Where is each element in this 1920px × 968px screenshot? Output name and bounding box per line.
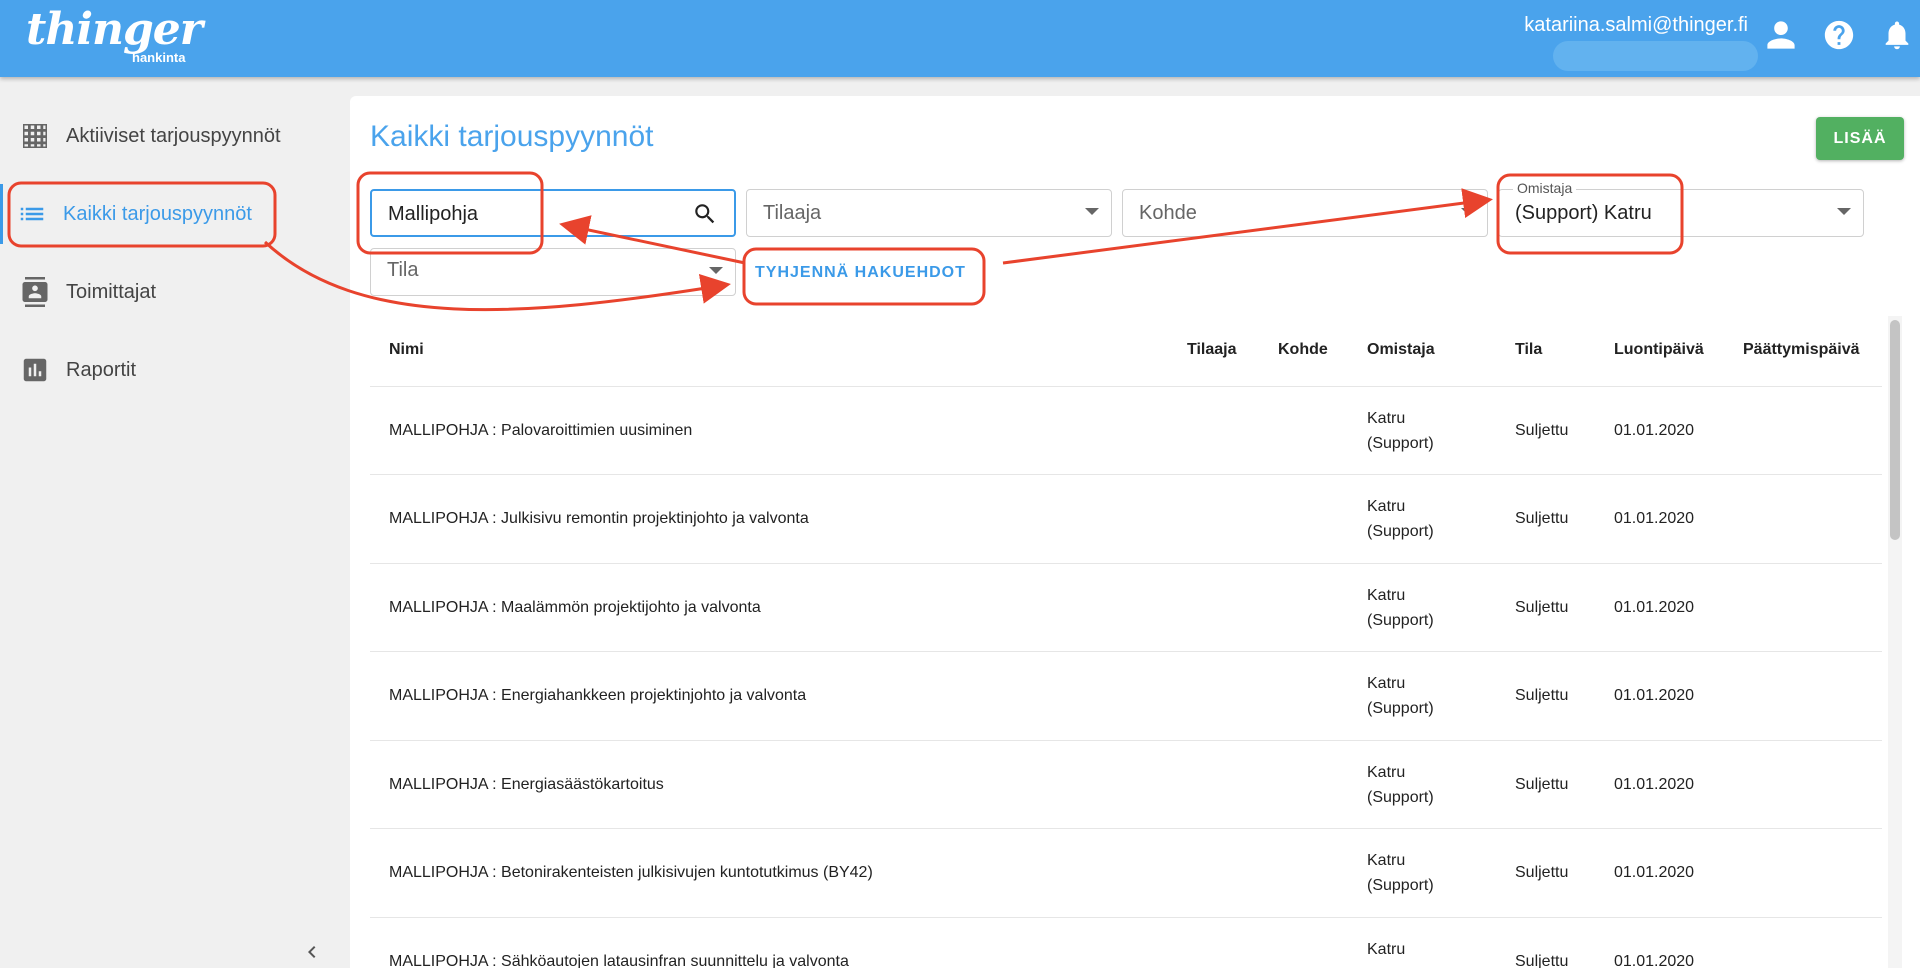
table-row[interactable]: MALLIPOHJA : Palovaroittimien uusiminen … (370, 386, 1882, 474)
chevron-down-icon (1085, 208, 1099, 215)
table-row[interactable]: MALLIPOHJA : Betonirakenteisten julkisiv… (370, 828, 1882, 916)
cell-omistaja: (Support) (1367, 435, 1434, 452)
tilaaja-select[interactable]: Tilaaja (746, 189, 1112, 237)
page-title: Kaikki tarjouspyynnöt (370, 120, 654, 153)
cell-luontipaiva: 01.01.2020 (1614, 599, 1695, 616)
cell-nimi: MALLIPOHJA : Julkisivu remontin projekti… (389, 510, 809, 527)
help-icon[interactable] (1822, 18, 1856, 52)
kohde-select[interactable]: Kohde (1122, 189, 1488, 237)
omistaja-label: Omistaja (1513, 180, 1577, 196)
column-header-omistaja[interactable]: Omistaja (1367, 341, 1435, 359)
cell-tila: Suljettu (1515, 776, 1569, 793)
cell-luontipaiva: 01.01.2020 (1614, 776, 1695, 793)
list-icon (17, 199, 47, 229)
cell-nimi: MALLIPOHJA : Sähköautojen latausinfran s… (389, 953, 849, 968)
table-row[interactable]: MALLIPOHJA : Sähköautojen latausinfran s… (370, 917, 1882, 968)
collapse-sidebar-icon[interactable] (300, 940, 324, 964)
cell-luontipaiva: 01.01.2020 (1614, 864, 1695, 881)
table-row[interactable]: MALLIPOHJA : Energiasäästökartoitus Katr… (370, 740, 1882, 828)
cell-omistaja: (Support) (1367, 612, 1434, 629)
bar-chart-icon (20, 355, 50, 385)
logo-text: thinger (26, 4, 203, 55)
add-button[interactable]: LISÄÄ (1816, 117, 1904, 160)
cell-omistaja: (Support) (1367, 700, 1434, 717)
cell-luontipaiva: 01.01.2020 (1614, 422, 1695, 439)
sidebar-item-raportit[interactable]: Raportit (0, 340, 350, 400)
cell-omistaja: Katru (1367, 852, 1406, 869)
cell-luontipaiva: 01.01.2020 (1614, 510, 1695, 527)
tilaaja-placeholder: Tilaaja (763, 202, 822, 224)
column-header-kohde[interactable]: Kohde (1278, 341, 1328, 359)
clear-filters-button[interactable]: TYHJENNÄ HAKUEHDOT (755, 264, 966, 282)
cell-nimi: MALLIPOHJA : Energiahankkeen projektinjo… (389, 687, 807, 704)
account-icon[interactable] (1764, 18, 1798, 52)
cell-omistaja: (Support) (1367, 789, 1434, 806)
chevron-down-icon (1837, 208, 1851, 215)
cell-tila: Suljettu (1515, 510, 1569, 527)
cell-nimi: MALLIPOHJA : Maalämmön projektijohto ja … (389, 599, 761, 616)
user-email[interactable]: katariina.salmi@thinger.fi (1524, 14, 1748, 37)
column-header-luontipaiva[interactable]: Luontipäivä (1614, 341, 1704, 359)
column-header-tila[interactable]: Tila (1515, 341, 1542, 359)
bell-icon[interactable] (1880, 18, 1914, 52)
contacts-icon (20, 277, 50, 307)
column-header-tilaaja[interactable]: Tilaaja (1187, 341, 1237, 359)
search-icon[interactable] (692, 201, 718, 227)
kohde-placeholder: Kohde (1139, 202, 1197, 224)
cell-tila: Suljettu (1515, 422, 1569, 439)
cell-omistaja: (Support) (1367, 523, 1434, 540)
cell-tila: Suljettu (1515, 864, 1569, 881)
omistaja-select[interactable]: Omistaja (Support) Katru (1498, 180, 1864, 237)
table-row[interactable]: MALLIPOHJA : Julkisivu remontin projekti… (370, 474, 1882, 562)
cell-luontipaiva: 01.01.2020 (1614, 953, 1695, 968)
sidebar-item-aktiiviset[interactable]: Aktiiviset tarjouspyynnöt (0, 106, 350, 166)
sidebar-item-label: Kaikki tarjouspyynnöt (63, 202, 252, 225)
grid-icon (20, 121, 50, 151)
cell-nimi: MALLIPOHJA : Betonirakenteisten julkisiv… (389, 864, 873, 881)
cell-tila: Suljettu (1515, 687, 1569, 704)
column-header-paattymispaiva[interactable]: Päättymispäivä (1743, 341, 1860, 359)
cell-omistaja: (Support) (1367, 877, 1434, 894)
table-row[interactable]: MALLIPOHJA : Energiahankkeen projektinjo… (370, 651, 1882, 739)
search-value: Mallipohja (388, 203, 479, 225)
cell-luontipaiva: 01.01.2020 (1614, 687, 1695, 704)
sidebar-item-label: Aktiiviset tarjouspyynnöt (66, 124, 281, 147)
cell-omistaja: Katru (1367, 941, 1406, 958)
cell-omistaja: Katru (1367, 587, 1406, 604)
sidebar-item-toimittajat[interactable]: Toimittajat (0, 262, 350, 322)
cell-tila: Suljettu (1515, 599, 1569, 616)
tila-select[interactable]: Tila (370, 248, 736, 296)
table-scrollbar[interactable] (1890, 320, 1900, 540)
thinger-logo[interactable]: thinger hankinta (26, 4, 203, 66)
tila-placeholder: Tila (387, 259, 419, 281)
cell-nimi: MALLIPOHJA : Energiasäästökartoitus (389, 776, 664, 793)
cell-nimi: MALLIPOHJA : Palovaroittimien uusiminen (389, 422, 693, 439)
cell-omistaja: Katru (1367, 410, 1406, 427)
table-row[interactable]: MALLIPOHJA : Maalämmön projektijohto ja … (370, 563, 1882, 651)
cell-omistaja: Katru (1367, 764, 1406, 781)
search-input[interactable]: Mallipohja (370, 189, 736, 237)
sidebar-item-kaikki[interactable]: Kaikki tarjouspyynnöt (0, 184, 350, 244)
cell-tila: Suljettu (1515, 953, 1569, 968)
cell-omistaja: Katru (1367, 675, 1406, 692)
chevron-down-icon (1461, 208, 1475, 215)
redacted-username (1553, 41, 1758, 71)
column-header-nimi[interactable]: Nimi (389, 341, 424, 359)
sidebar: Aktiiviset tarjouspyynnöt Kaikki tarjous… (0, 77, 350, 968)
cell-omistaja: Katru (1367, 498, 1406, 515)
logo-subtitle: hankinta (132, 50, 186, 65)
sidebar-item-label: Toimittajat (66, 280, 157, 303)
omistaja-value: (Support) Katru (1515, 202, 1652, 224)
chevron-down-icon (709, 267, 723, 274)
top-bar: thinger hankinta katariina.salmi@thinger… (0, 0, 1920, 77)
sidebar-item-label: Raportit (66, 358, 137, 381)
